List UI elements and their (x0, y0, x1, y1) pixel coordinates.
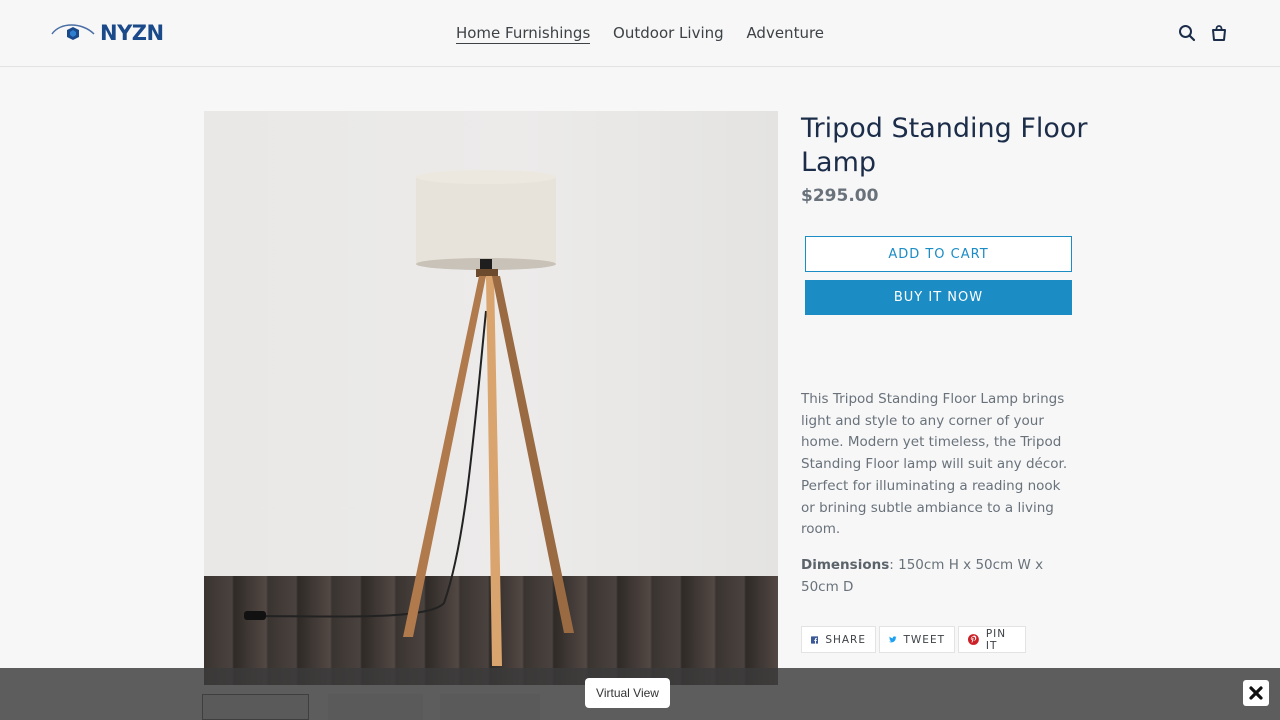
product-price: $295.00 (801, 186, 879, 206)
cart-icon[interactable] (1210, 24, 1228, 42)
product-description: This Tripod Standing Floor Lamp brings l… (801, 391, 1068, 538)
floor-lamp-illustration (244, 170, 574, 666)
nav-adventure[interactable]: Adventure (746, 24, 824, 43)
pin-it-button[interactable]: PIN IT (958, 626, 1026, 653)
product-title: Tripod Standing Floor Lamp (801, 113, 1088, 178)
product-dimensions: Dimensions: 150cm H x 50cm W x 50cm D (801, 555, 1076, 598)
pinterest-icon (968, 634, 979, 645)
search-icon[interactable] (1178, 24, 1196, 42)
main-nav: Home Furnishings Outdoor Living Adventur… (0, 24, 1280, 44)
product-image[interactable] (204, 111, 778, 685)
close-overlay-button[interactable] (1243, 680, 1269, 706)
add-to-cart-button[interactable]: ADD TO CART (805, 236, 1072, 272)
pin-it-label: PIN IT (985, 627, 1007, 652)
virtual-view-button[interactable]: Virtual View (585, 678, 670, 708)
site-header: NYZN Home Furnishings Outdoor Living Adv… (0, 0, 1280, 67)
close-icon (1249, 686, 1263, 700)
tweet-button[interactable]: TWEET (879, 626, 955, 653)
buy-it-now-button[interactable]: BUY IT NOW (805, 280, 1072, 315)
share-label: SHARE (825, 633, 866, 646)
share-facebook-button[interactable]: SHARE (801, 626, 876, 653)
tweet-label: TWEET (903, 633, 945, 646)
facebook-icon (811, 635, 819, 644)
nav-outdoor-living[interactable]: Outdoor Living (613, 24, 724, 43)
twitter-icon (889, 636, 897, 643)
header-actions (1178, 24, 1228, 42)
dimensions-label: Dimensions (801, 557, 890, 573)
nav-home-furnishings[interactable]: Home Furnishings (455, 24, 591, 44)
